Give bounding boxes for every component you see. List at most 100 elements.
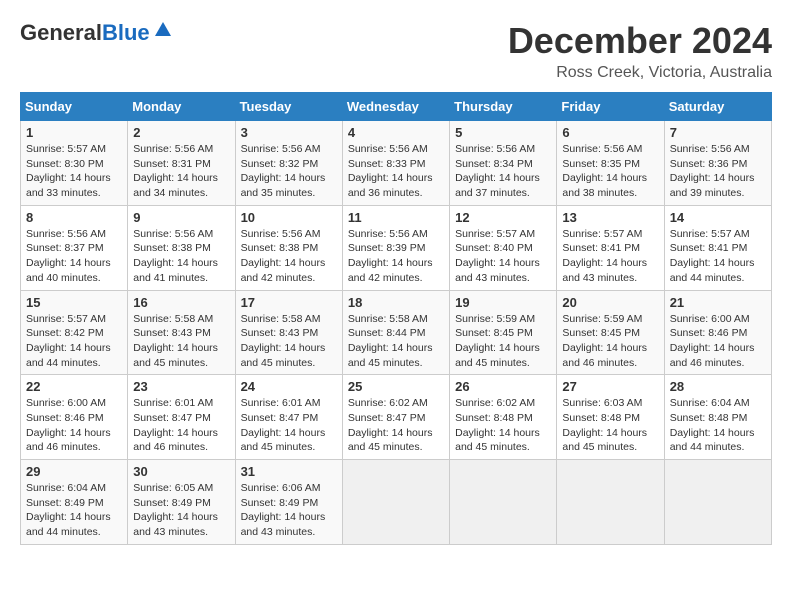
day-header-monday: Monday — [128, 93, 235, 121]
day-info: Sunrise: 5:56 AMSunset: 8:37 PMDaylight:… — [26, 227, 122, 286]
calendar-cell: 23 Sunrise: 6:01 AMSunset: 8:47 PMDayligh… — [128, 375, 235, 460]
day-info: Sunrise: 6:04 AMSunset: 8:48 PMDaylight:… — [670, 396, 766, 455]
calendar-cell: 11Sunrise: 5:56 AMSunset: 8:39 PMDayligh… — [342, 205, 449, 290]
calendar-cell — [557, 460, 664, 545]
day-header-friday: Friday — [557, 93, 664, 121]
day-number: 18 — [348, 295, 444, 310]
calendar-cell: 25Sunrise: 6:02 AMSunset: 8:47 PMDayligh… — [342, 375, 449, 460]
day-number: 2 — [133, 125, 229, 140]
calendar-cell: 3Sunrise: 5:56 AMSunset: 8:32 PMDaylight… — [235, 121, 342, 206]
calendar-cell: 28 Sunrise: 6:04 AMSunset: 8:48 PMDayligh… — [664, 375, 771, 460]
day-info: Sunrise: 6:04 AMSunset: 8:49 PMDaylight:… — [26, 481, 122, 540]
day-info: Sunrise: 5:56 AMSunset: 8:31 PMDaylight:… — [133, 142, 229, 201]
calendar-cell: 2 Sunrise: 5:56 AMSunset: 8:31 PMDaylight… — [128, 121, 235, 206]
calendar-cell — [664, 460, 771, 545]
day-info: Sunrise: 5:58 AMSunset: 8:43 PMDaylight:… — [241, 312, 337, 371]
calendar-cell: 17 Sunrise: 5:58 AMSunset: 8:43 PMDayligh… — [235, 290, 342, 375]
logo-blue: Blue — [102, 20, 150, 46]
day-number: 17 — [241, 295, 337, 310]
calendar-cell: 10 Sunrise: 5:56 AMSunset: 8:38 PMDayligh… — [235, 205, 342, 290]
day-header-wednesday: Wednesday — [342, 93, 449, 121]
header: General Blue December 2024 Ross Creek, V… — [20, 20, 772, 82]
day-info: Sunrise: 6:03 AMSunset: 8:48 PMDaylight:… — [562, 396, 658, 455]
day-info: Sunrise: 5:56 AMSunset: 8:35 PMDaylight:… — [562, 142, 658, 201]
day-number: 23 — [133, 379, 229, 394]
day-info: Sunrise: 6:02 AMSunset: 8:47 PMDaylight:… — [348, 396, 444, 455]
day-header-sunday: Sunday — [21, 93, 128, 121]
calendar-cell: 14 Sunrise: 5:57 AMSunset: 8:41 PMDayligh… — [664, 205, 771, 290]
day-header-saturday: Saturday — [664, 93, 771, 121]
calendar-cell: 12Sunrise: 5:57 AMSunset: 8:40 PMDayligh… — [450, 205, 557, 290]
day-info: Sunrise: 5:56 AMSunset: 8:38 PMDaylight:… — [241, 227, 337, 286]
day-info: Sunrise: 5:56 AMSunset: 8:36 PMDaylight:… — [670, 142, 766, 201]
calendar-cell: 26 Sunrise: 6:02 AMSunset: 8:48 PMDayligh… — [450, 375, 557, 460]
day-header-tuesday: Tuesday — [235, 93, 342, 121]
title-area: December 2024 Ross Creek, Victoria, Aust… — [508, 20, 772, 82]
day-number: 14 — [670, 210, 766, 225]
day-number: 15 — [26, 295, 122, 310]
day-number: 22 — [26, 379, 122, 394]
calendar-cell: 1 Sunrise: 5:57 AMSunset: 8:30 PMDaylight… — [21, 121, 128, 206]
calendar-cell: 20 Sunrise: 5:59 AMSunset: 8:45 PMDayligh… — [557, 290, 664, 375]
day-number: 7 — [670, 125, 766, 140]
calendar-cell: 16 Sunrise: 5:58 AMSunset: 8:43 PMDayligh… — [128, 290, 235, 375]
calendar-cell: 4Sunrise: 5:56 AMSunset: 8:33 PMDaylight… — [342, 121, 449, 206]
day-number: 20 — [562, 295, 658, 310]
calendar-cell — [342, 460, 449, 545]
day-number: 9 — [133, 210, 229, 225]
day-info: Sunrise: 6:05 AMSunset: 8:49 PMDaylight:… — [133, 481, 229, 540]
calendar-cell: 8 Sunrise: 5:56 AMSunset: 8:37 PMDaylight… — [21, 205, 128, 290]
month-title: December 2024 — [508, 20, 772, 62]
calendar-cell: 6 Sunrise: 5:56 AMSunset: 8:35 PMDaylight… — [557, 121, 664, 206]
day-number: 30 — [133, 464, 229, 479]
calendar-cell: 15 Sunrise: 5:57 AMSunset: 8:42 PMDayligh… — [21, 290, 128, 375]
day-info: Sunrise: 5:56 AMSunset: 8:32 PMDaylight:… — [241, 142, 337, 201]
calendar-cell: 22 Sunrise: 6:00 AMSunset: 8:46 PMDayligh… — [21, 375, 128, 460]
day-info: Sunrise: 5:56 AMSunset: 8:38 PMDaylight:… — [133, 227, 229, 286]
day-info: Sunrise: 6:06 AMSunset: 8:49 PMDaylight:… — [241, 481, 337, 540]
calendar-cell: 5 Sunrise: 5:56 AMSunset: 8:34 PMDaylight… — [450, 121, 557, 206]
day-number: 21 — [670, 295, 766, 310]
calendar-cell: 21Sunrise: 6:00 AMSunset: 8:46 PMDayligh… — [664, 290, 771, 375]
day-number: 6 — [562, 125, 658, 140]
day-info: Sunrise: 5:58 AMSunset: 8:43 PMDaylight:… — [133, 312, 229, 371]
calendar-cell: 9 Sunrise: 5:56 AMSunset: 8:38 PMDaylight… — [128, 205, 235, 290]
calendar-table: SundayMondayTuesdayWednesdayThursdayFrid… — [20, 92, 772, 545]
day-number: 28 — [670, 379, 766, 394]
day-info: Sunrise: 5:58 AMSunset: 8:44 PMDaylight:… — [348, 312, 444, 371]
day-info: Sunrise: 6:01 AMSunset: 8:47 PMDaylight:… — [133, 396, 229, 455]
day-info: Sunrise: 5:59 AMSunset: 8:45 PMDaylight:… — [562, 312, 658, 371]
day-info: Sunrise: 6:01 AMSunset: 8:47 PMDaylight:… — [241, 396, 337, 455]
calendar-cell: 30 Sunrise: 6:05 AMSunset: 8:49 PMDayligh… — [128, 460, 235, 545]
day-info: Sunrise: 6:00 AMSunset: 8:46 PMDaylight:… — [26, 396, 122, 455]
day-number: 1 — [26, 125, 122, 140]
day-number: 13 — [562, 210, 658, 225]
day-info: Sunrise: 5:56 AMSunset: 8:34 PMDaylight:… — [455, 142, 551, 201]
day-info: Sunrise: 5:56 AMSunset: 8:39 PMDaylight:… — [348, 227, 444, 286]
day-number: 27 — [562, 379, 658, 394]
day-info: Sunrise: 5:56 AMSunset: 8:33 PMDaylight:… — [348, 142, 444, 201]
day-info: Sunrise: 5:57 AMSunset: 8:42 PMDaylight:… — [26, 312, 122, 371]
day-info: Sunrise: 6:02 AMSunset: 8:48 PMDaylight:… — [455, 396, 551, 455]
calendar-cell: 13 Sunrise: 5:57 AMSunset: 8:41 PMDayligh… — [557, 205, 664, 290]
calendar-cell: 7 Sunrise: 5:56 AMSunset: 8:36 PMDaylight… — [664, 121, 771, 206]
day-info: Sunrise: 5:57 AMSunset: 8:30 PMDaylight:… — [26, 142, 122, 201]
calendar-cell: 31 Sunrise: 6:06 AMSunset: 8:49 PMDayligh… — [235, 460, 342, 545]
day-number: 31 — [241, 464, 337, 479]
day-number: 10 — [241, 210, 337, 225]
day-number: 8 — [26, 210, 122, 225]
day-number: 26 — [455, 379, 551, 394]
day-number: 24 — [241, 379, 337, 394]
logo: General Blue — [20, 20, 173, 46]
day-info: Sunrise: 5:57 AMSunset: 8:41 PMDaylight:… — [670, 227, 766, 286]
day-header-thursday: Thursday — [450, 93, 557, 121]
day-info: Sunrise: 5:57 AMSunset: 8:41 PMDaylight:… — [562, 227, 658, 286]
day-info: Sunrise: 5:57 AMSunset: 8:40 PMDaylight:… — [455, 227, 551, 286]
day-info: Sunrise: 5:59 AMSunset: 8:45 PMDaylight:… — [455, 312, 551, 371]
day-number: 5 — [455, 125, 551, 140]
day-number: 29 — [26, 464, 122, 479]
day-number: 16 — [133, 295, 229, 310]
calendar-cell: 27 Sunrise: 6:03 AMSunset: 8:48 PMDayligh… — [557, 375, 664, 460]
logo-icon — [153, 20, 173, 40]
calendar-cell — [450, 460, 557, 545]
